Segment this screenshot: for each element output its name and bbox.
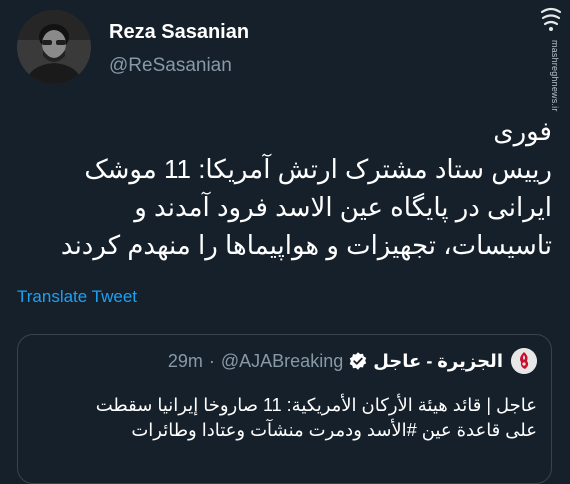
quoted-author-name[interactable]: الجزيرة - عاجل — [373, 351, 503, 372]
separator-dot: · — [208, 350, 215, 371]
quoted-timestamp[interactable]: 29m — [168, 351, 203, 372]
quoted-line: عاجل | قائد هيئة الأركان الأمريكية: 11 ص… — [95, 395, 537, 415]
avatar[interactable] — [17, 10, 91, 84]
tweet-line: تاسیسات، تجهیزات و هواپیماها را منهدم کر… — [60, 230, 552, 260]
quoted-tweet-text: عاجل | قائد هيئة الأركان الأمريكية: 11 ص… — [32, 393, 537, 443]
quoted-author-handle[interactable]: @AJABreaking — [221, 351, 343, 372]
quoted-line: على قاعدة عين #الأسد ودمرت منشآت وعتادا … — [131, 420, 537, 440]
tweet-line: رییس ستاد مشترک ارتش آمریکا: 11 موشک — [84, 154, 552, 184]
display-name[interactable]: Reza Sasanian — [109, 21, 249, 44]
tweet-line: فوری — [493, 116, 552, 146]
tweet-line: ایرانی در پایگاه عین الاسد فرود آمدند و — [134, 192, 552, 222]
quoted-tweet-header: الجزيرة - عاجل @AJABreaking · 29m — [168, 348, 537, 374]
user-handle[interactable]: @ReSasanian — [109, 55, 232, 77]
tweet-text: فوری رییس ستاد مشترک ارتش آمریکا: 11 موش… — [12, 112, 552, 264]
quoted-tweet-card[interactable]: الجزيرة - عاجل @AJABreaking · 29m عاجل |… — [17, 334, 552, 484]
avatar-photo-icon — [17, 10, 91, 84]
watermark: mashreghnews.ir — [538, 4, 564, 112]
translate-tweet-link[interactable]: Translate Tweet — [17, 287, 137, 307]
mashregh-logo-icon — [540, 7, 562, 31]
verified-badge-icon — [349, 352, 367, 370]
watermark-url: mashreghnews.ir — [550, 40, 560, 112]
aljazeera-logo-icon — [511, 348, 537, 374]
